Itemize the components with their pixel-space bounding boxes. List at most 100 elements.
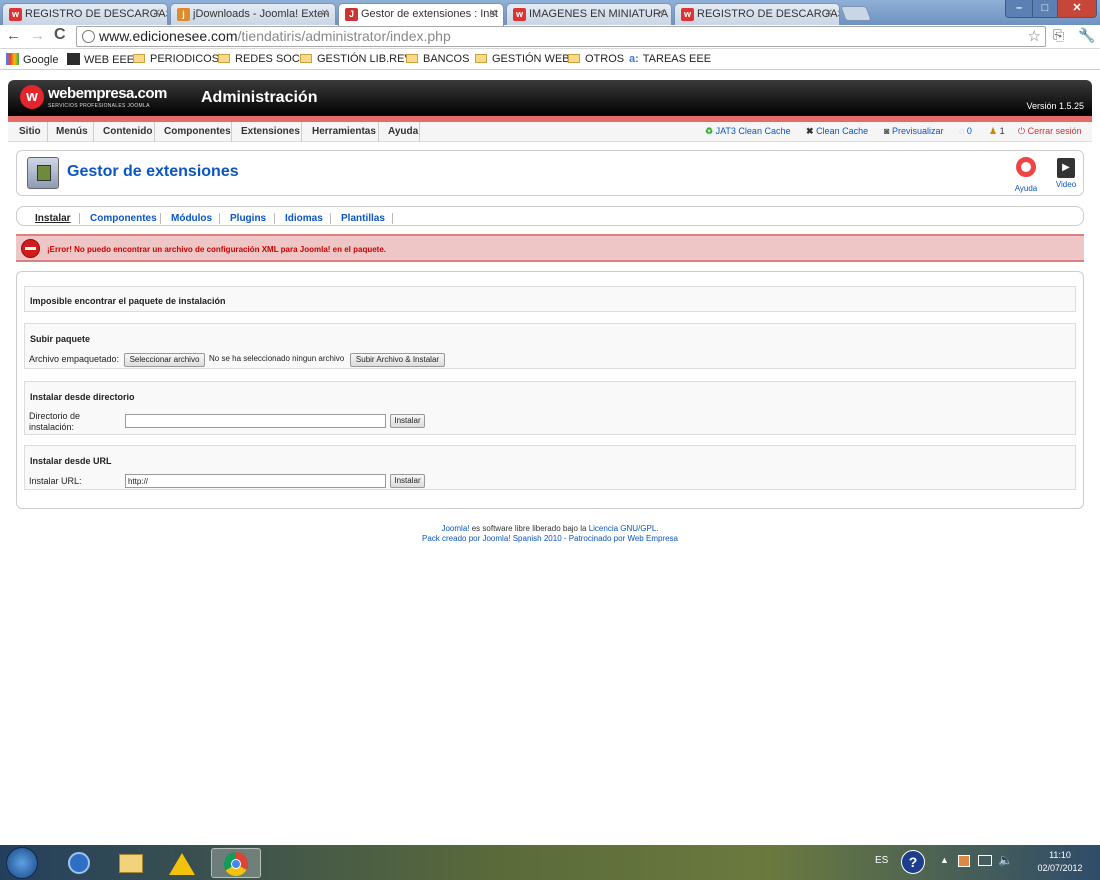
minimize-button[interactable]: – xyxy=(1005,0,1033,18)
footer-line-2[interactable]: Pack creado por Joomla! Spanish 2010 - P… xyxy=(0,534,1100,544)
browser-tab[interactable]: w REGISTRO DE DESCARGAS - ✕ xyxy=(674,3,840,25)
bookmark-folder-otros[interactable]: OTROS xyxy=(568,53,624,65)
logout-icon: ⏻ xyxy=(1018,126,1026,136)
help-button[interactable]: Ayuda xyxy=(1010,157,1042,193)
menu-ayuda[interactable]: Ayuda xyxy=(388,126,418,137)
close-window-button[interactable]: ✕ xyxy=(1057,0,1097,18)
tab-close-icon[interactable]: ✕ xyxy=(153,8,161,19)
admin-header: w webempresa.com SERVICIOS PROFESIONALES… xyxy=(8,80,1092,116)
jat3-clean-cache-link[interactable]: ♻ JAT3 Clean Cache xyxy=(705,126,790,137)
subnav-instalar[interactable]: Instalar xyxy=(35,213,71,224)
menu-sitio[interactable]: Sitio xyxy=(19,126,41,137)
bookmark-folder-periodicos[interactable]: PERIODICOS xyxy=(133,53,219,65)
tab-close-icon[interactable]: ✕ xyxy=(825,8,833,19)
video-button[interactable]: ▶ Video xyxy=(1051,157,1081,189)
tab-close-icon[interactable]: ✕ xyxy=(657,8,665,19)
menu-separator xyxy=(378,122,379,142)
language-bar-icon[interactable]: ? xyxy=(901,850,925,874)
tab-close-icon[interactable]: ✕ xyxy=(489,8,497,19)
taskbar-ie-button[interactable] xyxy=(55,848,105,878)
tab-close-icon[interactable]: ✕ xyxy=(321,8,329,19)
menu-contenido[interactable]: Contenido xyxy=(103,126,152,137)
url-path: /tiendatiris/administrator/index.php xyxy=(237,28,451,44)
preview-link[interactable]: ◙ Previsualizar xyxy=(884,126,943,136)
clock-date[interactable]: 02/07/2012 xyxy=(1030,863,1090,873)
subnav-modulos[interactable]: Módulos xyxy=(171,213,212,224)
forward-icon[interactable]: → xyxy=(30,27,45,44)
internet-explorer-icon xyxy=(68,852,90,874)
new-tab-button[interactable] xyxy=(840,6,872,21)
submenu-bar: Instalar Componentes Módulos Plugins Idi… xyxy=(16,206,1084,226)
bookmark-tareas-eee[interactable]: a: TAREAS EEE xyxy=(629,53,711,65)
joomla-favicon-icon: J xyxy=(345,8,358,21)
bookmark-label: REDES SOC. xyxy=(235,53,303,65)
menu-componentes[interactable]: Componentes xyxy=(164,126,231,137)
volume-icon[interactable]: 🔈 xyxy=(998,853,1013,867)
url-legend: Instalar desde URL xyxy=(30,456,112,466)
browser-tab[interactable]: w REGISTRO DE DESCARGAS - ✕ xyxy=(2,3,168,25)
subnav-separator xyxy=(330,213,331,224)
preview-icon: ◙ xyxy=(884,126,890,136)
start-button-icon[interactable] xyxy=(6,847,38,879)
users-icon: ♟ xyxy=(989,126,998,136)
help-label: Ayuda xyxy=(1014,184,1038,193)
tray-app-icon[interactable] xyxy=(958,855,970,867)
subnav-separator xyxy=(219,213,220,224)
admin-footer: Joomla! es software libre liberado bajo … xyxy=(0,524,1100,544)
network-icon[interactable] xyxy=(978,855,992,866)
page-menu-icon[interactable]: ⎘ xyxy=(1053,27,1064,44)
upload-install-button[interactable]: Subir Archivo & Instalar xyxy=(350,353,445,367)
taskbar-drive-button[interactable] xyxy=(157,848,207,878)
subnav-plugins[interactable]: Plugins xyxy=(230,213,266,224)
subnav-idiomas[interactable]: Idiomas xyxy=(285,213,323,224)
bookmark-folder-gestion-web[interactable]: GESTIÓN WEB xyxy=(475,53,570,65)
logout-link[interactable]: ⏻ Cerrar sesión xyxy=(1018,126,1082,137)
license-link[interactable]: Licencia GNU/GPL xyxy=(589,524,657,533)
status-count: 0 xyxy=(966,126,972,136)
broom-icon: ✖ xyxy=(806,126,814,136)
folder-icon xyxy=(475,54,487,63)
browser-tab-active[interactable]: J Gestor de extensiones : Inst ✕ xyxy=(338,3,504,26)
install-url-button[interactable]: Instalar xyxy=(390,474,425,488)
install-directory-input[interactable] xyxy=(125,414,386,428)
bookmark-star-icon[interactable]: ☆ xyxy=(1028,27,1041,45)
clock-time[interactable]: 11:10 xyxy=(1030,850,1090,860)
google-icon xyxy=(6,53,19,65)
choose-file-button[interactable]: Seleccionar archivo xyxy=(124,353,205,367)
page-info-icon[interactable] xyxy=(82,30,95,43)
webempresa-logo-icon: w xyxy=(20,85,44,109)
address-bar[interactable]: www.edicionesee.com/tiendatiris/administ… xyxy=(76,26,1046,47)
video-icon: ▶ xyxy=(1057,158,1075,178)
menu-separator xyxy=(419,122,420,142)
bookmark-google[interactable]: Google xyxy=(6,53,58,66)
browser-tab[interactable]: w IMAGENES EN MINIATURA ✕ xyxy=(506,3,672,25)
clean-cache-link[interactable]: ✖ Clean Cache xyxy=(806,126,868,137)
menu-extensiones[interactable]: Extensiones xyxy=(241,126,300,137)
reload-icon[interactable]: C xyxy=(54,26,66,44)
wrench-icon[interactable]: 🔧 xyxy=(1078,27,1095,44)
error-icon xyxy=(21,239,40,258)
browser-tab[interactable]: j jDownloads - Joomla! Exten ✕ xyxy=(170,3,336,25)
install-directory-button[interactable]: Instalar xyxy=(390,414,425,428)
back-icon[interactable]: ← xyxy=(6,27,21,44)
bookmark-folder-bancos[interactable]: BANCOS xyxy=(406,53,469,65)
video-label: Video xyxy=(1055,180,1077,189)
language-indicator[interactable]: ES xyxy=(875,855,888,866)
taskbar-chrome-button[interactable] xyxy=(211,848,261,878)
menu-menus[interactable]: Menús xyxy=(56,126,88,137)
install-panel: Imposible encontrar el paquete de instal… xyxy=(16,271,1084,509)
tab-title: jDownloads - Joomla! Exten xyxy=(193,8,330,20)
bookmark-folder-redes[interactable]: REDES SOC. xyxy=(218,53,303,65)
taskbar-explorer-button[interactable] xyxy=(106,848,156,878)
messages-count[interactable]: ◌ 0 xyxy=(959,126,972,136)
bookmark-web-eee[interactable]: WEB EEE xyxy=(67,53,134,66)
subnav-plantillas[interactable]: Plantillas xyxy=(341,213,385,224)
bookmark-folder-gestion-lib[interactable]: GESTIÓN LIB.REV xyxy=(300,53,412,65)
show-hidden-icons-icon[interactable]: ▲ xyxy=(940,855,949,865)
install-url-input[interactable]: http:// xyxy=(125,474,386,488)
menu-herramientas[interactable]: Herramientas xyxy=(312,126,376,137)
joomla-link[interactable]: Joomla! xyxy=(441,524,469,533)
subnav-componentes[interactable]: Componentes xyxy=(90,213,157,224)
subnav-separator xyxy=(160,213,161,224)
maximize-button[interactable]: □ xyxy=(1032,0,1058,18)
